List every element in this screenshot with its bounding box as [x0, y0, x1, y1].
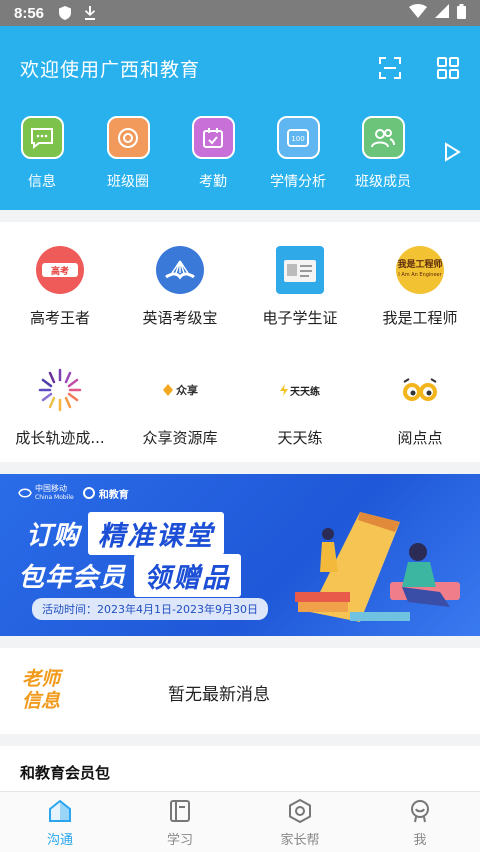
english-book-icon — [156, 246, 204, 294]
shield-icon — [58, 5, 72, 21]
svg-text:高考: 高考 — [51, 265, 69, 277]
teacher-notice[interactable]: 老师 信息 暂无最新消息 — [0, 648, 480, 734]
quick-label: 考勤 — [199, 174, 227, 190]
grid-icon — [437, 57, 459, 79]
member-package-section: 和教育会员包 — [0, 746, 480, 791]
battery-icon — [457, 3, 466, 23]
china-mobile-logo-icon — [18, 488, 32, 498]
app-label: 英语考级宝 — [142, 309, 218, 327]
quick-label: 信息 — [28, 174, 56, 190]
tab-label: 家长帮 — [280, 833, 320, 848]
badge-line-1: 老师 — [22, 668, 61, 690]
app-gaokao[interactable]: 高考 高考王者 — [0, 246, 120, 328]
tab-label: 学习 — [166, 833, 193, 848]
app-english[interactable]: 英语考级宝 — [120, 246, 240, 328]
message-icon — [20, 116, 64, 159]
edu-logo-icon — [82, 487, 95, 499]
chat-home-icon — [47, 798, 73, 824]
status-time: 8:56 — [14, 4, 45, 22]
app-label: 高考王者 — [29, 309, 90, 327]
signal-icon — [435, 4, 449, 22]
tab-me[interactable]: 我 — [360, 798, 480, 848]
practice-logo-text: 天天练 — [290, 386, 320, 398]
calendar-check-icon — [191, 116, 235, 159]
engineer-logo-text: 我是工程师 — [397, 260, 443, 270]
tab-study[interactable]: 学习 — [120, 798, 240, 848]
student-card-icon — [276, 246, 324, 294]
app-resource[interactable]: 众享 众享资源库 — [120, 366, 240, 448]
practice-icon: 天天练 — [276, 366, 324, 414]
app-engineer[interactable]: 我是工程师 I Am An Engineer 我是工程师 — [360, 246, 480, 328]
app-growth[interactable]: 成长轨迹成... — [0, 366, 120, 448]
quick-item-analysis[interactable]: 100 学情分析 — [263, 116, 333, 191]
tab-parent-help[interactable]: 家长帮 — [240, 798, 360, 848]
engineer-logo-sub: I Am An Engineer — [398, 272, 442, 278]
app-label: 众享资源库 — [142, 429, 218, 447]
promo-banner[interactable]: 中国移动 China Mobile 和教育 订购 精准课堂 包年会员 领赠品 活… — [0, 474, 480, 636]
tab-label: 我 — [413, 833, 427, 848]
bottom-tab-bar: 沟通 学习 家长帮 我 — [0, 791, 480, 852]
quick-item-message[interactable]: 信息 — [7, 116, 77, 191]
quick-label: 学情分析 — [270, 174, 326, 190]
circle-icon — [106, 116, 150, 159]
scan-button[interactable] — [378, 56, 402, 80]
banner-line-2: 包年会员 领赠品 — [18, 554, 242, 597]
banner-line2-plain: 包年会员 — [18, 563, 127, 593]
quick-item-class-circle[interactable]: 班级圈 — [93, 116, 163, 191]
app-label: 成长轨迹成... — [15, 429, 105, 447]
app-grid: 高考 高考王者 英语考级宝 电子学生证 我是工程师 I Am An Engine… — [0, 222, 480, 462]
banner-line-1: 订购 精准课堂 — [26, 512, 225, 555]
banner-brand: 中国移动 China Mobile 和教育 — [18, 484, 129, 502]
brand-mobile-en: China Mobile — [35, 494, 74, 501]
app-reading[interactable]: 阅点点 — [360, 366, 480, 448]
app-label: 天天练 — [277, 429, 323, 447]
download-icon — [84, 5, 96, 21]
score-icon: 100 — [276, 116, 320, 159]
quick-label: 班级成员 — [355, 174, 411, 190]
profile-icon — [407, 798, 433, 824]
badge-line-2: 信息 — [22, 690, 61, 712]
banner-line2-boxed: 领赠品 — [134, 554, 242, 597]
banner-line1-plain: 订购 — [26, 521, 81, 551]
quick-actions: 信息 班级圈 考勤 100 学情分析 班级成员 — [0, 116, 480, 196]
quick-item-attendance[interactable]: 考勤 — [178, 116, 248, 191]
member-title: 和教育会员包 — [20, 764, 111, 782]
app-practice[interactable]: 天天练 天天练 — [240, 366, 360, 448]
quick-next-button[interactable] — [443, 142, 461, 166]
notice-text: 暂无最新消息 — [168, 685, 270, 705]
brand-edu: 和教育 — [98, 489, 129, 501]
resource-icon: 众享 — [156, 366, 204, 414]
header: 欢迎使用广西和教育 信息 班级圈 考勤 100 学情分析 班级成员 — [0, 26, 480, 210]
gaokao-icon: 高考 — [36, 246, 84, 294]
page-title: 欢迎使用广西和教育 — [20, 59, 201, 81]
app-label: 阅点点 — [397, 429, 443, 447]
wifi-icon — [409, 4, 427, 22]
grid-menu-button[interactable] — [436, 56, 460, 80]
members-icon — [361, 116, 405, 159]
books-illustration — [295, 512, 460, 622]
svg-text:100: 100 — [291, 135, 304, 143]
status-bar: 8:56 — [0, 0, 480, 26]
tab-label: 沟通 — [46, 833, 73, 848]
play-arrow-icon — [445, 142, 461, 162]
banner-date: 活动时间：2023年4月1日-2023年9月30日 — [32, 598, 268, 620]
banner-line1-boxed: 精准课堂 — [88, 512, 225, 555]
tab-communicate[interactable]: 沟通 — [0, 798, 120, 848]
brand-mobile: 中国移动 — [35, 484, 67, 493]
quick-item-members[interactable]: 班级成员 — [348, 116, 418, 191]
reading-icon — [396, 366, 444, 414]
resource-logo-text: 众享 — [176, 384, 198, 397]
app-label: 我是工程师 — [382, 309, 458, 327]
quick-label: 班级圈 — [107, 174, 149, 190]
app-student-card[interactable]: 电子学生证 — [240, 246, 360, 328]
hexagon-icon — [287, 798, 313, 824]
teacher-info-badge: 老师 信息 — [22, 668, 78, 712]
engineer-icon: 我是工程师 I Am An Engineer — [396, 246, 444, 294]
growth-icon — [36, 366, 84, 414]
app-label: 电子学生证 — [262, 309, 338, 327]
scan-icon — [379, 57, 401, 79]
book-icon — [167, 798, 193, 824]
